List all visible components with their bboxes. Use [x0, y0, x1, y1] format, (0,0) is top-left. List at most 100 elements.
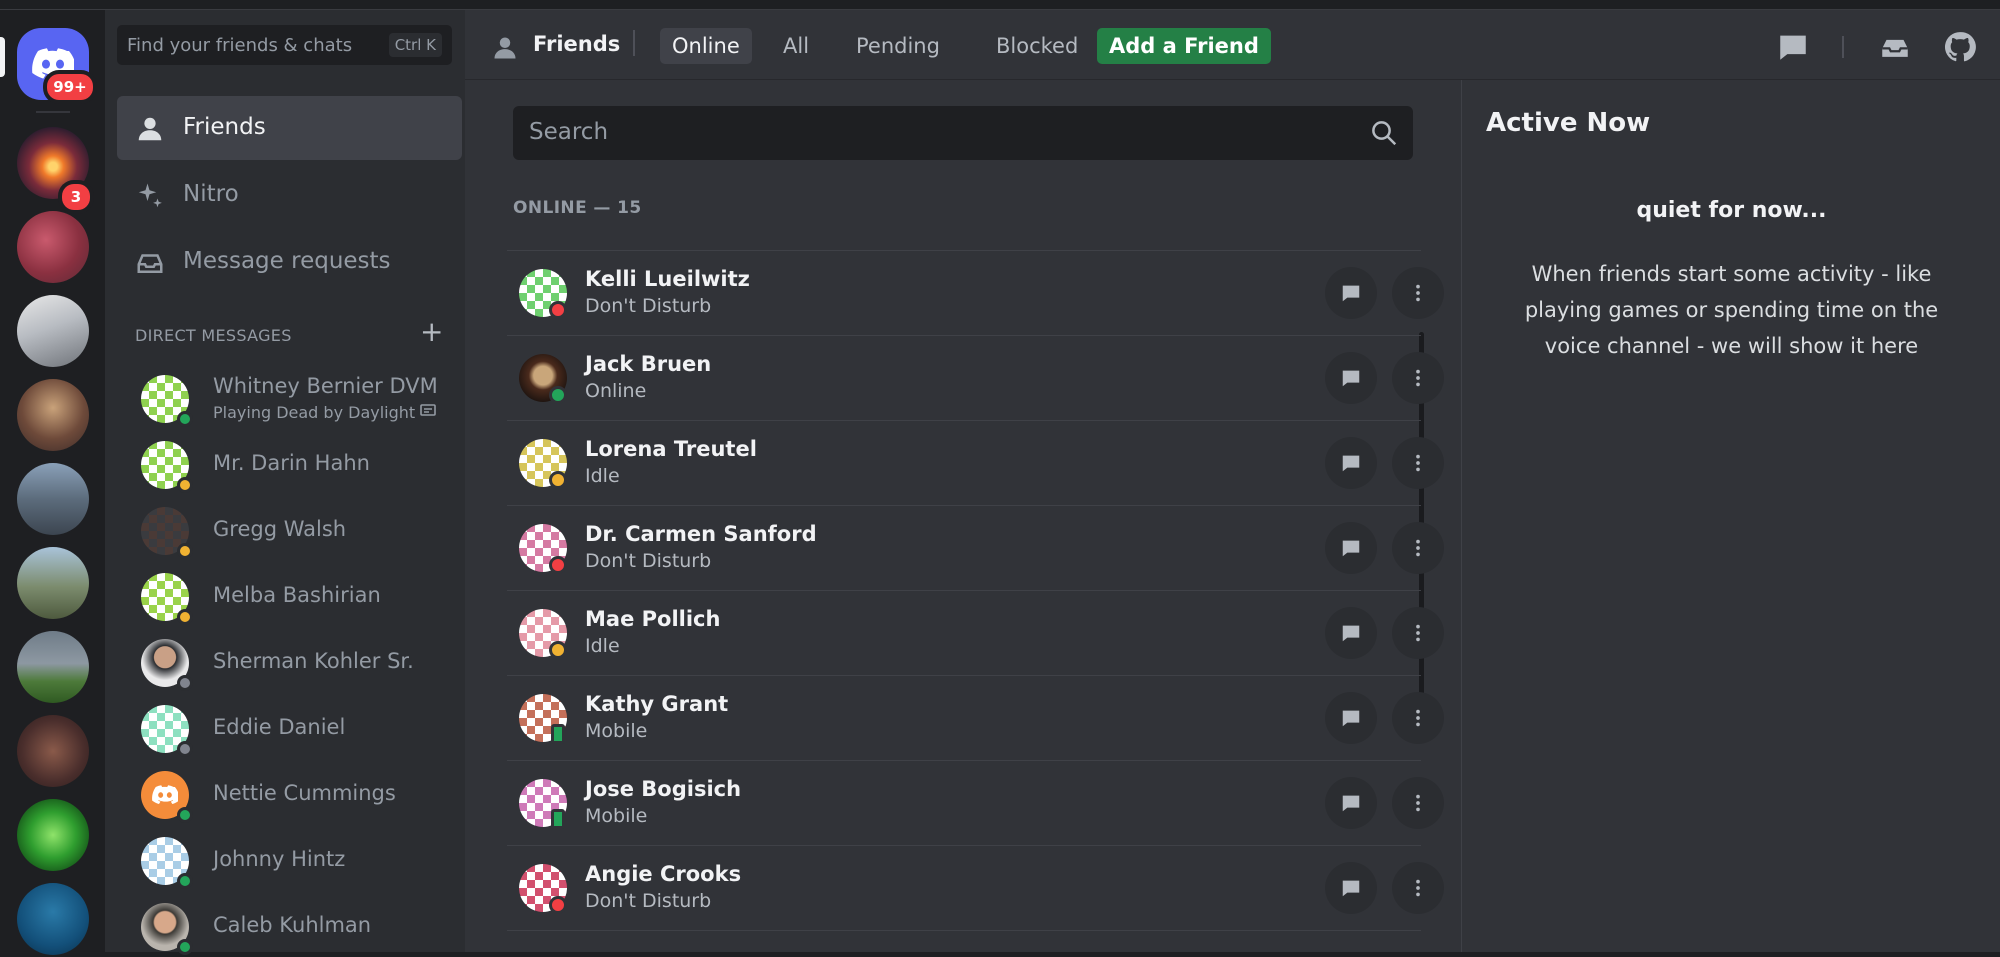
dm-name: Nettie Cummings	[213, 781, 396, 805]
message-button[interactable]	[1325, 522, 1377, 574]
more-options-button[interactable]	[1392, 777, 1444, 829]
message-button[interactable]	[1325, 267, 1377, 319]
tab-online[interactable]: Online	[660, 28, 752, 64]
dm-item[interactable]: Gregg Walsh	[117, 503, 462, 561]
dm-item[interactable]: Caleb Kuhlman	[117, 899, 462, 957]
dm-name: Eddie Daniel	[213, 715, 346, 739]
chat-bubble-icon	[1342, 795, 1360, 812]
dm-name: Gregg Walsh	[213, 517, 347, 541]
inbox-icon[interactable]	[1878, 30, 1912, 64]
server-field[interactable]	[17, 631, 89, 703]
server-red-flowers[interactable]	[17, 211, 89, 283]
dm-item[interactable]: Melba Bashirian	[117, 569, 462, 627]
server-blue[interactable]	[17, 883, 89, 955]
tab-all[interactable]: All	[771, 28, 821, 64]
dm-item[interactable]: Johnny Hintz	[117, 833, 462, 891]
add-friend-button[interactable]: Add a Friend	[1097, 28, 1271, 64]
friend-row[interactable]: Mae Pollich Idle	[507, 590, 1444, 675]
page-title: Friends	[533, 32, 621, 56]
friend-row[interactable]: Kathy Grant Mobile	[507, 675, 1444, 760]
nav-message-requests[interactable]: Message requests	[117, 230, 462, 294]
inbox-icon	[137, 254, 163, 273]
server-crowd[interactable]	[17, 715, 89, 787]
more-options-button[interactable]	[1392, 862, 1444, 914]
more-options-button[interactable]	[1392, 437, 1444, 489]
online-count-header: ONLINE — 15	[513, 198, 642, 218]
dm-item[interactable]: Mr. Darin Hahn	[117, 437, 462, 495]
friend-status: Don't Disturb	[585, 890, 712, 912]
more-options-button[interactable]	[1392, 522, 1444, 574]
message-button[interactable]	[1325, 352, 1377, 404]
active-now-panel: Active Now quiet for now... When friends…	[1461, 80, 2000, 952]
sparkle-icon	[138, 183, 162, 208]
nav-friends[interactable]: Friends	[117, 96, 462, 160]
status-online-icon	[177, 411, 193, 427]
more-vertical-icon	[1416, 624, 1420, 642]
chat-bubble-icon	[1342, 880, 1360, 897]
message-button[interactable]	[1325, 862, 1377, 914]
status-online-icon	[177, 807, 193, 823]
server-white-building[interactable]	[17, 295, 89, 367]
server-cliff[interactable]	[17, 547, 89, 619]
shortcut-hint: Ctrl K	[388, 33, 442, 57]
friend-status: Mobile	[585, 805, 648, 827]
message-button[interactable]	[1325, 777, 1377, 829]
home-button[interactable]: 99+	[17, 28, 93, 100]
search-icon	[1372, 121, 1397, 146]
rich-presence-icon	[420, 404, 437, 416]
friend-row[interactable]: Angie Crooks Don't Disturb	[507, 845, 1444, 930]
dm-name: Mr. Darin Hahn	[213, 451, 370, 475]
friend-name: Jack Bruen	[585, 352, 712, 376]
dm-item[interactable]: Eddie Daniel	[117, 701, 462, 759]
message-button[interactable]	[1325, 437, 1377, 489]
friend-name: Angie Crooks	[585, 862, 742, 886]
message-button[interactable]	[1325, 692, 1377, 744]
server-rail: 99+ 3	[0, 10, 105, 955]
nav-nitro[interactable]: Nitro	[117, 163, 462, 227]
friend-row[interactable]: Lorena Treutel Idle	[507, 420, 1444, 505]
more-vertical-icon	[1416, 454, 1420, 472]
status-dnd-icon	[549, 896, 567, 914]
dm-sidebar: Find your friends & chats Ctrl K Friends…	[105, 10, 465, 955]
nav-friends-label: Friends	[183, 114, 266, 140]
friend-row[interactable]: Jack Bruen Online	[507, 335, 1444, 420]
more-options-button[interactable]	[1392, 607, 1444, 659]
more-options-button[interactable]	[1392, 692, 1444, 744]
dm-item[interactable]: Sherman Kohler Sr.	[117, 635, 462, 693]
friend-row[interactable]	[507, 930, 1421, 952]
server-market[interactable]	[17, 379, 89, 451]
dm-item[interactable]: Nettie Cummings	[117, 767, 462, 825]
friend-status: Don't Disturb	[585, 550, 712, 572]
more-options-button[interactable]	[1392, 267, 1444, 319]
tab-pending[interactable]: Pending	[844, 28, 952, 64]
server-city[interactable]	[17, 463, 89, 535]
dm-item[interactable]: Whitney Bernier DVM Playing Dead by Dayl…	[117, 371, 462, 429]
friend-row[interactable]: Dr. Carmen Sanford Don't Disturb	[507, 505, 1444, 590]
create-dm-plus-icon[interactable]: +	[420, 318, 443, 346]
friend-name: Jose Bogisich	[585, 777, 742, 801]
dm-name: Sherman Kohler Sr.	[213, 649, 414, 673]
friend-name: Mae Pollich	[585, 607, 721, 631]
find-chats-button[interactable]: Find your friends & chats Ctrl K	[117, 25, 452, 65]
friend-search-placeholder: Search	[529, 119, 609, 145]
github-icon[interactable]	[1943, 30, 1977, 64]
message-button[interactable]	[1325, 607, 1377, 659]
friend-status: Idle	[585, 465, 620, 487]
status-dnd-icon	[549, 556, 567, 574]
window-top-strip	[0, 0, 2000, 10]
friend-search-input[interactable]: Search	[513, 106, 1413, 160]
new-dm-icon[interactable]	[1776, 30, 1810, 64]
server-green[interactable]	[17, 799, 89, 871]
rail-separator	[36, 111, 70, 113]
chat-bubble-icon	[1342, 370, 1360, 387]
chat-bubble-icon	[1342, 625, 1360, 642]
friends-main: Friends Online All Pending Blocked Add a…	[465, 10, 2000, 952]
more-options-button[interactable]	[1392, 352, 1444, 404]
friend-row[interactable]: Kelli Lueilwitz Don't Disturb	[507, 250, 1444, 335]
friend-status: Don't Disturb	[585, 295, 712, 317]
friends-list-panel: Search ONLINE — 15 Kelli Lueilwitz Don't…	[465, 80, 1461, 952]
tab-blocked[interactable]: Blocked	[984, 28, 1090, 64]
toolbar-divider	[633, 30, 635, 56]
chat-bubble-icon	[1342, 540, 1360, 557]
friend-row[interactable]: Jose Bogisich Mobile	[507, 760, 1444, 845]
